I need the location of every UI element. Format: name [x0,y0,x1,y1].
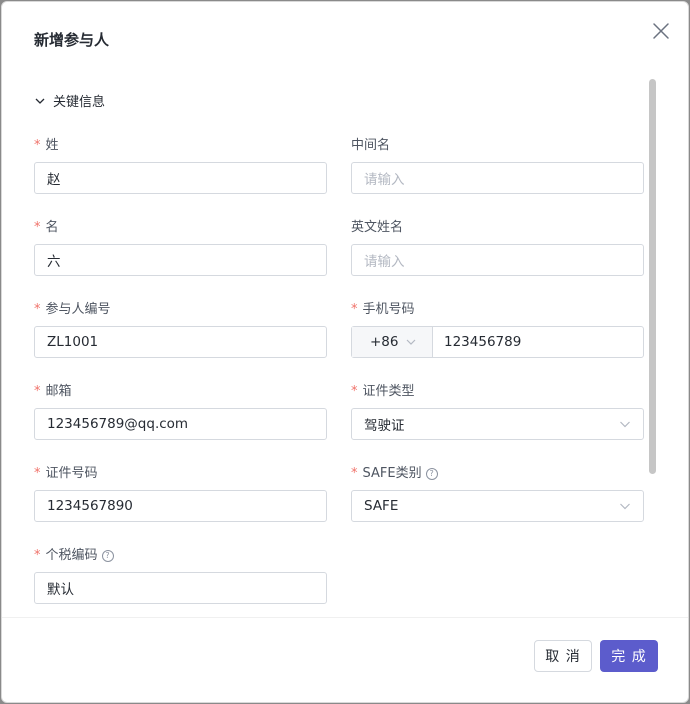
add-participant-dialog: 新增参与人 关键信息 * 姓 赵 中间名 请输入 * 名 六 英文姓名 请输入 * 参… [1,1,689,703]
close-icon[interactable] [650,20,672,42]
last-name-input[interactable]: 赵 [34,162,327,194]
id-type-select[interactable]: 驾驶证 [351,408,644,440]
required-mark: * [34,302,41,317]
tax-code-label: 个税编码 [45,548,98,563]
middle-name-field: 中间名 请输入 [351,137,644,194]
middle-name-label: 中间名 [351,138,391,153]
safe-type-field: * SAFE类别? SAFE [351,465,644,522]
required-mark: * [351,302,358,317]
required-mark: * [34,466,41,481]
last-name-field: * 姓 赵 [34,137,327,194]
required-mark: * [34,220,41,235]
required-mark: * [34,548,41,563]
safe-type-value: SAFE [364,498,399,514]
dialog-title: 新增参与人 [34,31,110,49]
middle-name-input[interactable]: 请输入 [351,162,644,194]
country-code-select[interactable]: +86 [352,327,433,357]
safe-type-select[interactable]: SAFE [351,490,644,522]
ok-button[interactable]: 完 成 [600,640,658,672]
english-name-input[interactable]: 请输入 [351,244,644,276]
first-name-label: 名 [45,220,59,235]
id-type-field: * 证件类型 驾驶证 [351,383,644,440]
chevron-down-icon [35,98,45,104]
scrollbar-thumb[interactable] [649,79,656,474]
tax-code-input[interactable]: 默认 [34,572,327,604]
help-icon[interactable]: ? [101,550,114,562]
required-mark: * [34,384,41,399]
email-label: 邮箱 [45,384,72,399]
id-type-label: 证件类型 [362,384,415,399]
participant-id-field: * 参与人编号 ZL1001 [34,301,327,358]
email-field: * 邮箱 123456789@qq.com [34,383,327,440]
chevron-down-icon [406,339,416,345]
last-name-label: 姓 [45,138,59,153]
section-key-info[interactable]: 关键信息 [34,91,105,110]
footer-divider [2,617,688,618]
form-scroll-area[interactable]: 关键信息 * 姓 赵 中间名 请输入 * 名 六 英文姓名 请输入 * 参与人编号 Z… [2,77,658,617]
id-type-value: 驾驶证 [364,418,405,434]
country-code-value: +86 [370,334,399,350]
participant-id-input[interactable]: ZL1001 [34,326,327,358]
tax-code-field: * 个税编码? 默认 [34,547,327,604]
phone-input-group: +86 123456789 [351,326,644,358]
first-name-input[interactable]: 六 [34,244,327,276]
safe-type-label: SAFE类别 [362,466,422,481]
id-number-label: 证件号码 [45,466,98,481]
chevron-down-icon [620,503,630,510]
email-input[interactable]: 123456789@qq.com [34,408,327,440]
help-icon[interactable]: ? [425,468,438,480]
phone-label: 手机号码 [362,302,415,317]
required-mark: * [34,138,41,153]
participant-id-label: 参与人编号 [45,302,111,317]
id-number-field: * 证件号码 1234567890 [34,465,327,522]
phone-number-input[interactable]: 123456789 [433,327,643,357]
required-mark: * [351,466,358,481]
english-name-label: 英文姓名 [351,220,404,235]
phone-field: * 手机号码 +86 123456789 [351,301,644,358]
chevron-down-icon [620,421,630,428]
first-name-field: * 名 六 [34,219,327,276]
id-number-input[interactable]: 1234567890 [34,490,327,522]
cancel-button[interactable]: 取 消 [534,640,592,672]
scrollbar[interactable] [647,79,657,617]
english-name-field: 英文姓名 请输入 [351,219,644,276]
required-mark: * [351,384,358,399]
section-title: 关键信息 [53,95,106,110]
